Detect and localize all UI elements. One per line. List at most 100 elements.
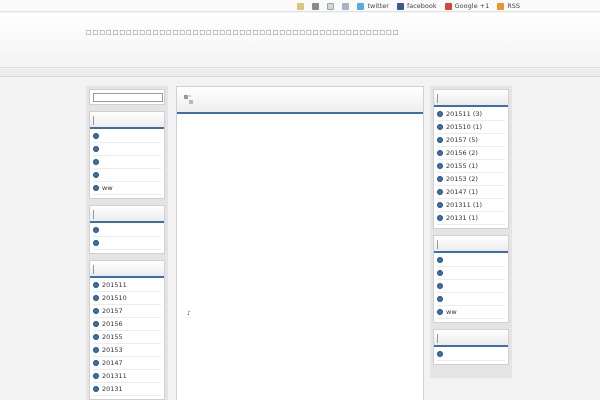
top-link-pen[interactable]: [297, 2, 305, 10]
bullet-icon: [437, 176, 443, 182]
item-label: 201311: [102, 372, 127, 380]
bullet-icon: [93, 282, 99, 288]
archive-item[interactable]: 20155 (1): [437, 160, 505, 173]
twitter-link[interactable]: twitter: [357, 2, 389, 10]
left-widget-archives: 201511 201510 20157 20156 20155 20153 20…: [89, 260, 165, 400]
left-widget-1: ww: [89, 111, 165, 199]
search-input[interactable]: [93, 93, 163, 102]
bullet-icon: [437, 163, 443, 169]
bullet-icon: [437, 202, 443, 208]
archive-item[interactable]: 201511 (3): [437, 108, 505, 121]
item-label: ww: [446, 308, 457, 316]
bullet-icon: [437, 270, 443, 276]
list-item[interactable]: [93, 130, 161, 143]
widget-title: [90, 261, 164, 278]
bullet-icon: [437, 189, 443, 195]
item-label: 20155 (1): [446, 162, 478, 170]
archive-item[interactable]: 20155: [93, 331, 161, 344]
archive-item[interactable]: 20131 (1): [437, 212, 505, 225]
bullet-icon: [93, 373, 99, 379]
user-icon: [312, 2, 320, 10]
top-link-mail[interactable]: [327, 2, 335, 10]
item-label: 20131 (1): [446, 214, 478, 222]
right-widget-2: ww: [433, 235, 509, 323]
bullet-icon: [93, 308, 99, 314]
title-marker-icon: [437, 94, 438, 103]
bullet-icon: [93, 347, 99, 353]
list-item[interactable]: [437, 293, 505, 306]
top-link-home[interactable]: [342, 2, 350, 10]
title-marker-icon: [437, 334, 438, 343]
facebook-link[interactable]: facebook: [396, 2, 437, 10]
list-item[interactable]: [93, 143, 161, 156]
main-header: [177, 87, 423, 114]
widget-list: 201511 201510 20157 20156 20155 20153 20…: [90, 278, 164, 399]
widget-list: ww: [90, 129, 164, 198]
item-label: 20156 (2): [446, 149, 478, 157]
widget-title: [434, 90, 508, 107]
list-item[interactable]: [93, 237, 161, 250]
archive-item[interactable]: 20156: [93, 318, 161, 331]
list-item[interactable]: [437, 280, 505, 293]
item-label: ww: [102, 184, 113, 192]
bullet-icon: [437, 351, 443, 357]
item-label: 20155: [102, 333, 123, 341]
list-item[interactable]: [93, 169, 161, 182]
item-label: 20156: [102, 320, 123, 328]
bullet-icon: [437, 283, 443, 289]
google-plus-link[interactable]: Google +1: [444, 2, 489, 10]
archive-item[interactable]: 201311: [93, 370, 161, 383]
widget-list: 201511 (3) 201510 (1) 20157 (5) 20156 (2…: [434, 107, 508, 228]
list-item[interactable]: ww: [437, 306, 505, 319]
site-description: □□□□□□□□□□□□□□□□□□□□□□□□□□□□□□□□□□□□□□□□…: [86, 29, 400, 36]
bullet-icon: [93, 321, 99, 327]
top-link-user[interactable]: [312, 2, 320, 10]
archives-widget: 201511 (3) 201510 (1) 20157 (5) 20156 (2…: [433, 89, 509, 229]
list-item[interactable]: [93, 224, 161, 237]
archive-item[interactable]: 201511: [93, 279, 161, 292]
list-item[interactable]: [93, 156, 161, 169]
facebook-label: facebook: [406, 2, 437, 10]
rss-link[interactable]: RSS: [497, 2, 520, 10]
archive-item[interactable]: 20153 (2): [437, 173, 505, 186]
bullet-icon: [93, 159, 99, 165]
bullet-icon: [437, 296, 443, 302]
list-item[interactable]: [437, 267, 505, 280]
title-marker-icon: [93, 265, 94, 274]
item-label: 201311 (1): [446, 201, 483, 209]
list-item[interactable]: ww: [93, 182, 161, 195]
archive-item[interactable]: 20147 (1): [437, 186, 505, 199]
item-label: 201511: [102, 281, 127, 289]
item-label: 201510 (1): [446, 123, 483, 131]
archive-item[interactable]: 20131: [93, 383, 161, 396]
archive-item[interactable]: 20153: [93, 344, 161, 357]
bullet-icon: [93, 146, 99, 152]
archive-item[interactable]: 201311 (1): [437, 199, 505, 212]
bullet-icon: [437, 309, 443, 315]
bullet-icon: [93, 227, 99, 233]
main-content: ♪: [176, 86, 424, 400]
twitter-label: twitter: [367, 2, 389, 10]
item-label: 20153 (2): [446, 175, 478, 183]
list-item[interactable]: [437, 254, 505, 267]
widget-title: [434, 330, 508, 347]
bullet-icon: [437, 150, 443, 156]
item-label: 20153: [102, 346, 123, 354]
item-label: 20157: [102, 307, 123, 315]
bullet-icon: [437, 111, 443, 117]
archive-item[interactable]: 20147: [93, 357, 161, 370]
rss-label: RSS: [507, 2, 520, 10]
content-mark: ♪: [187, 310, 191, 317]
right-sidebar: 201511 (3) 201510 (1) 20157 (5) 20156 (2…: [430, 86, 512, 378]
archive-item[interactable]: 201510: [93, 292, 161, 305]
archive-item[interactable]: 20157 (5): [437, 134, 505, 147]
archive-item[interactable]: 20157: [93, 305, 161, 318]
archive-item[interactable]: 20156 (2): [437, 147, 505, 160]
bullet-icon: [93, 360, 99, 366]
archive-item[interactable]: 201510 (1): [437, 121, 505, 134]
list-item[interactable]: [437, 348, 505, 361]
bullet-icon: [93, 172, 99, 178]
google-plus-icon: [444, 2, 452, 10]
mail-icon: [327, 2, 335, 10]
title-marker-icon: [93, 210, 94, 219]
